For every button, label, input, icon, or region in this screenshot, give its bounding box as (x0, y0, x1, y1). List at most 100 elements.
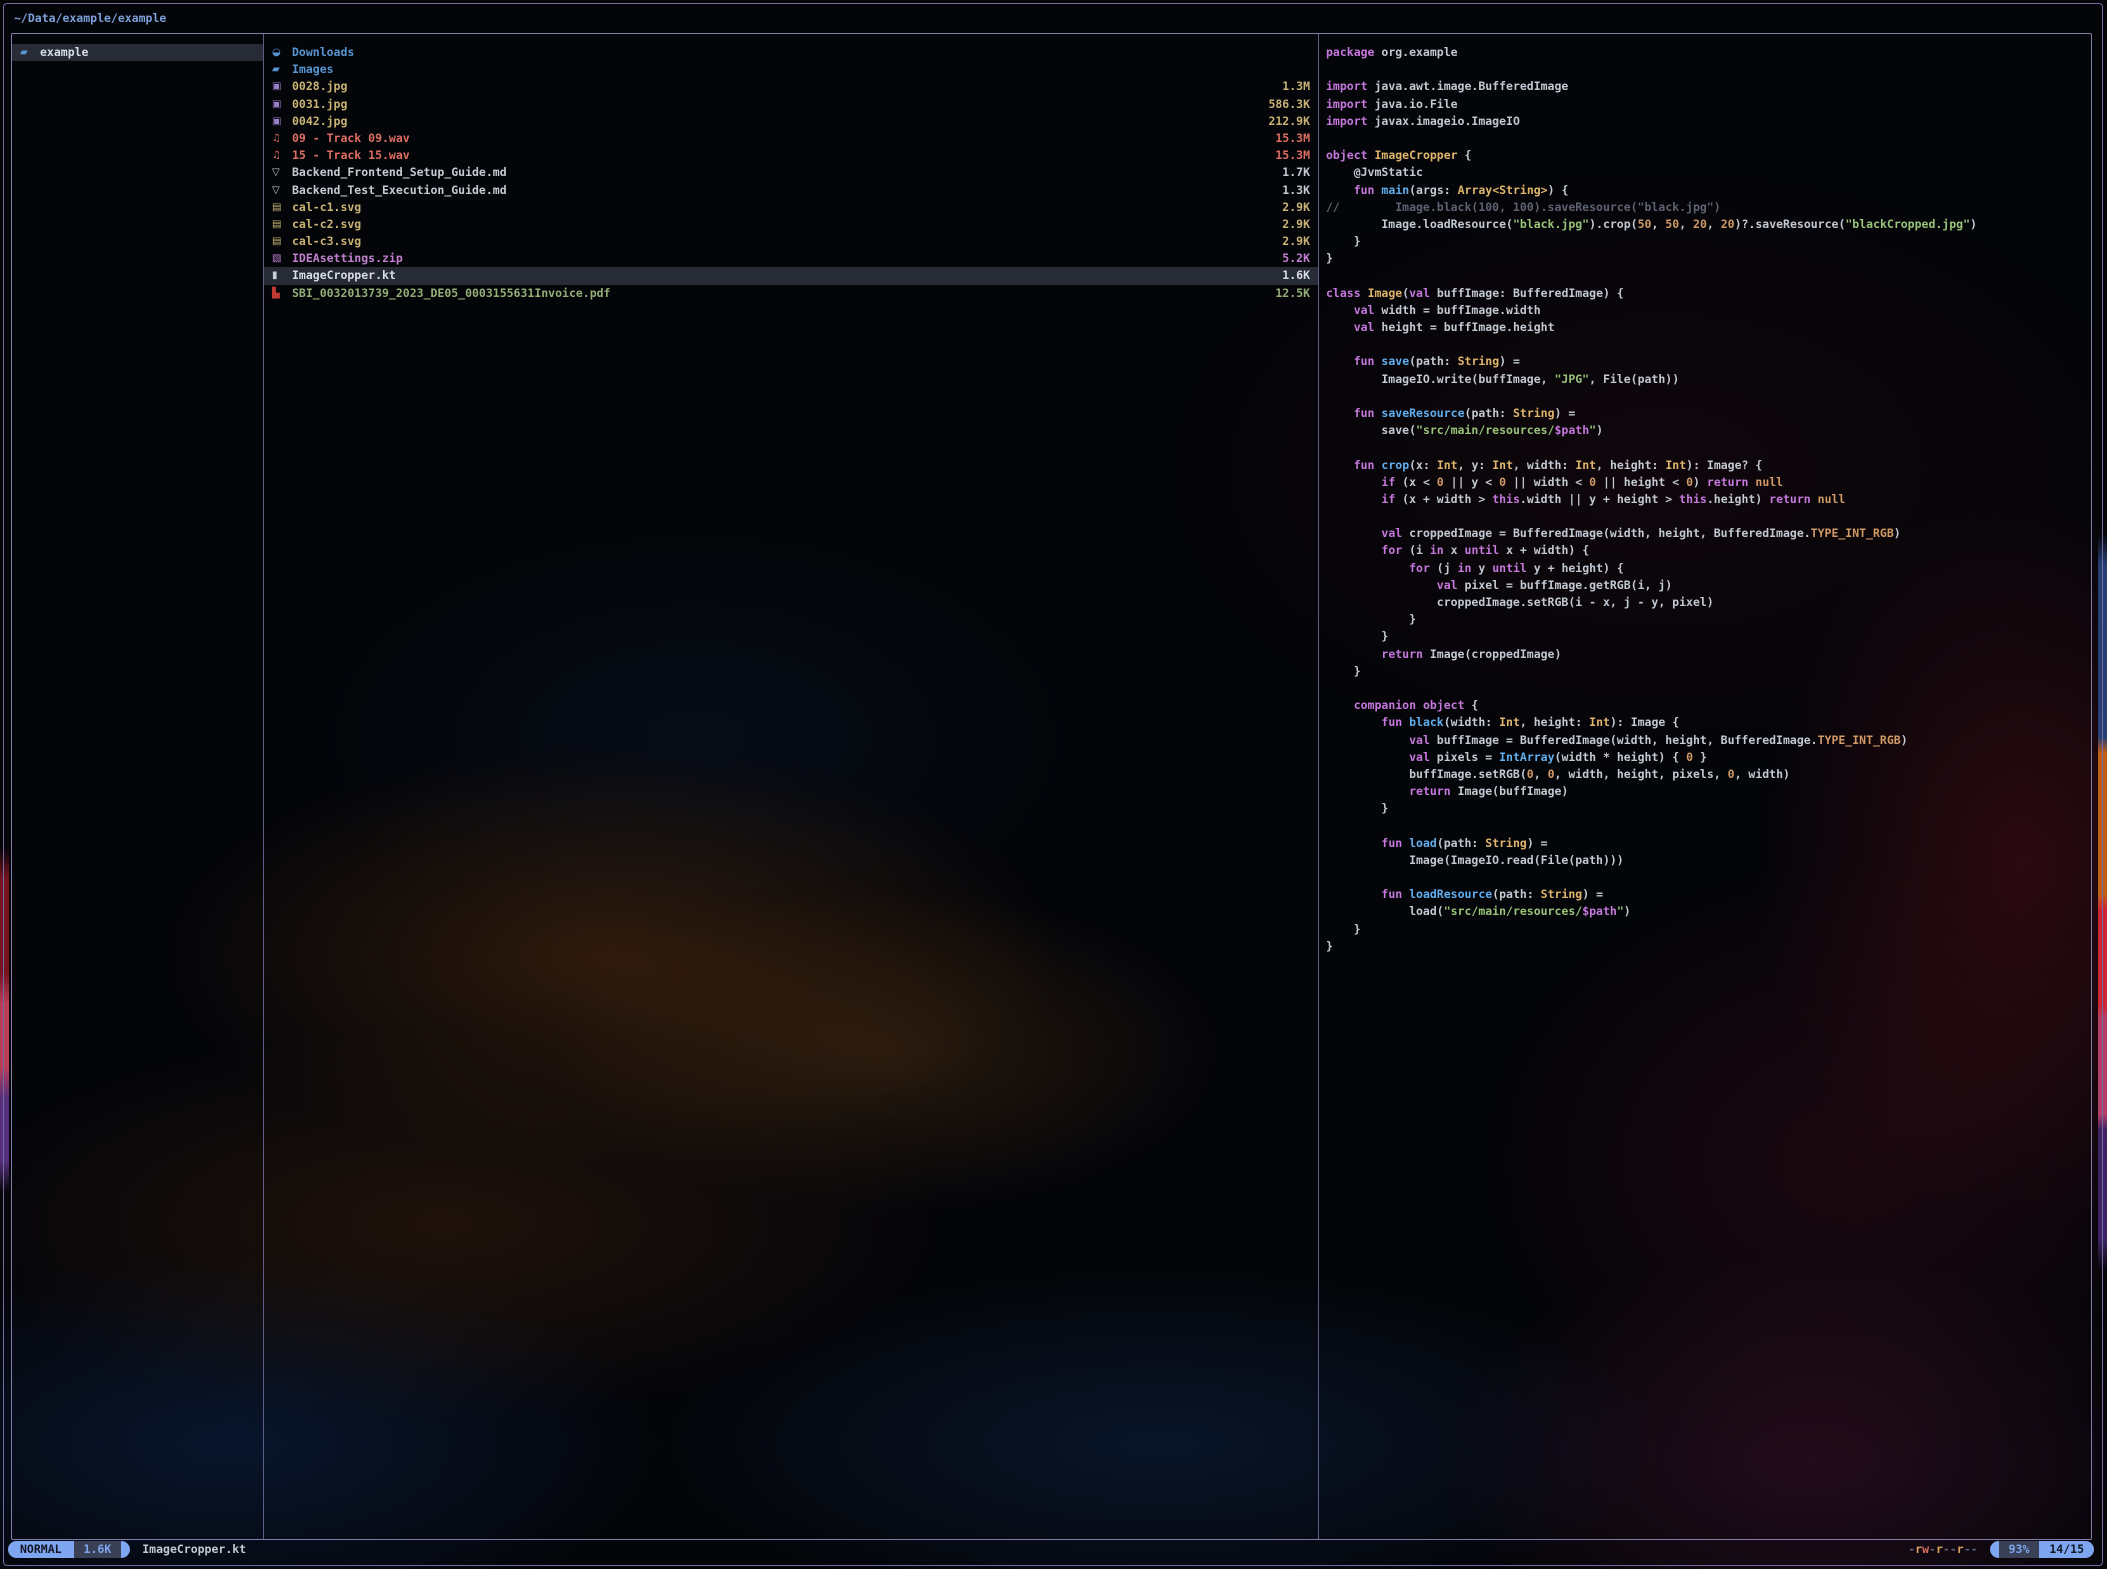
code-line: load("src/main/resources/$path") (1326, 903, 2091, 920)
current-directory-pane: ◒Downloads▰Images▣0028.jpg1.3M▣0031.jpg5… (264, 34, 1319, 1539)
kotlin-icon: ▮ (272, 267, 288, 284)
file-row-Backend_Test_Execution_Guide.md[interactable]: ▽Backend_Test_Execution_Guide.md 1.3K (264, 182, 1318, 199)
svg-icon: ▤ (272, 199, 288, 216)
file-row-cal-c2.svg[interactable]: ▤cal-c2.svg2.9K (264, 216, 1318, 233)
file-row-ImageCropper.kt[interactable]: ▮ImageCropper.kt 1.6K (264, 267, 1318, 284)
code-line: @JvmStatic (1326, 164, 2091, 181)
file-name: example (40, 44, 88, 61)
file-name: cal-c1.svg (292, 199, 361, 216)
file-size: 1.3M (1272, 78, 1310, 95)
file-name: 0028.jpg (292, 78, 347, 95)
code-line: croppedImage.setRGB(i - x, j - y, pixel) (1326, 594, 2091, 611)
file-name: IDEAsettings.zip (292, 250, 403, 267)
breadcrumb-path: ~/Data/example/example (14, 9, 166, 27)
code-line (1326, 680, 2091, 697)
file-size: 15.3M (1265, 147, 1310, 164)
code-line: fun black(width: Int, height: Int): Imag… (1326, 714, 2091, 731)
file-row-cal-c1.svg[interactable]: ▤cal-c1.svg 2.9K (264, 199, 1318, 216)
file-row-SBI_0032013739_2023_DE05_0003155631Invoice.pdf[interactable]: ▙SBI_0032013739_2023_DE05_0003155631Invo… (264, 285, 1318, 302)
file-row-0042.jpg[interactable]: ▣0042.jpg212.9K (264, 113, 1318, 130)
image-icon: ▣ (272, 96, 288, 113)
powerline-left-cap-icon (1990, 1541, 1999, 1558)
audio-icon: ♫ (272, 147, 288, 164)
code-line: return Image(buffImage) (1326, 783, 2091, 800)
code-line: return Image(croppedImage) (1326, 646, 2091, 663)
code-line: companion object { (1326, 697, 2091, 714)
markdown-icon: ▽ (272, 164, 288, 181)
file-size: 12.5K (1265, 285, 1310, 302)
list-position-badge: 14/15 (2039, 1541, 2094, 1558)
code-line (1326, 508, 2091, 525)
code-line: } (1326, 938, 2091, 955)
file-name: ImageCropper.kt (292, 267, 396, 284)
code-line: } (1326, 921, 2091, 938)
file-row-Images[interactable]: ▰Images (264, 61, 1318, 78)
file-name: Backend_Test_Execution_Guide.md (292, 182, 507, 199)
code-line: fun crop(x: Int, y: Int, width: Int, hei… (1326, 457, 2091, 474)
code-line (1326, 130, 2091, 147)
code-line: } (1326, 800, 2091, 817)
file-name: Images (292, 61, 334, 78)
code-line: save("src/main/resources/$path") (1326, 422, 2091, 439)
file-size: 1.3K (1272, 182, 1310, 199)
file-size: 2.9K (1272, 233, 1310, 250)
file-size: 1.7K (1272, 164, 1310, 181)
audio-icon: ♫ (272, 130, 288, 147)
code-line: val height = buffImage.height (1326, 319, 2091, 336)
file-row-example[interactable]: ▰example (12, 44, 263, 61)
file-name: cal-c2.svg (292, 216, 361, 233)
powerline-right-arrow-icon (121, 1541, 130, 1558)
file-permissions: -rw-r--r-- (1908, 1541, 1977, 1558)
status-left-group: NORMAL 1.6K ImageCropper.kt (8, 1541, 246, 1558)
markdown-icon: ▽ (272, 182, 288, 199)
code-line (1326, 388, 2091, 405)
code-line: package org.example (1326, 44, 2091, 61)
code-line: val croppedImage = BufferedImage(width, … (1326, 525, 2091, 542)
preview-pane: package org.exampleimport java.awt.image… (1319, 34, 2091, 1539)
file-name: cal-c3.svg (292, 233, 361, 250)
svg-icon: ▤ (272, 233, 288, 250)
file-row-0028.jpg[interactable]: ▣0028.jpg 1.3M (264, 78, 1318, 95)
file-row-15 - Track 15.wav[interactable]: ♫15 - Track 15.wav 15.3M (264, 147, 1318, 164)
code-line: // Image.black(100, 100).saveResource("b… (1326, 199, 2091, 216)
code-line: } (1326, 663, 2091, 680)
zip-icon: ▧ (272, 250, 288, 267)
image-icon: ▣ (272, 113, 288, 130)
code-line: fun loadResource(path: String) = (1326, 886, 2091, 903)
code-line (1326, 61, 2091, 78)
image-icon: ▣ (272, 78, 288, 95)
code-line: if (x < 0 || y < 0 || width < 0 || heigh… (1326, 474, 2091, 491)
code-line: if (x + width > this.width || y + height… (1326, 491, 2091, 508)
file-size: 15.3M (1265, 130, 1310, 147)
code-line: val buffImage = BufferedImage(width, hei… (1326, 732, 2091, 749)
code-line: fun main(args: Array<String>) { (1326, 182, 2091, 199)
file-name: Downloads (292, 44, 354, 61)
code-line: object ImageCropper { (1326, 147, 2091, 164)
status-bar: NORMAL 1.6K ImageCropper.kt -rw-r--r-- 9… (8, 1541, 2094, 1558)
code-line: Image(ImageIO.read(File(path))) (1326, 852, 2091, 869)
code-line (1326, 439, 2091, 456)
file-size: 2.9K (1272, 199, 1310, 216)
file-row-0031.jpg[interactable]: ▣0031.jpg586.3K (264, 96, 1318, 113)
file-size: 586.3K (1258, 96, 1310, 113)
file-name: 09 - Track 09.wav (292, 130, 410, 147)
file-name: Backend_Frontend_Setup_Guide.md (292, 164, 507, 181)
code-line: import javax.imageio.ImageIO (1326, 113, 2091, 130)
status-file-name: ImageCropper.kt (142, 1541, 246, 1558)
scroll-percent-badge: 93% (1999, 1541, 2040, 1558)
file-row-cal-c3.svg[interactable]: ▤cal-c3.svg 2.9K (264, 233, 1318, 250)
file-size: 1.6K (1272, 267, 1310, 284)
parent-pane: ▰example (12, 34, 264, 1539)
file-row-Backend_Frontend_Setup_Guide.md[interactable]: ▽Backend_Frontend_Setup_Guide.md 1.7K (264, 164, 1318, 181)
file-row-IDEAsettings.zip[interactable]: ▧IDEAsettings.zip5.2K (264, 250, 1318, 267)
file-row-Downloads[interactable]: ◒Downloads (264, 44, 1318, 61)
code-line: } (1326, 233, 2091, 250)
file-size: 2.9K (1272, 216, 1310, 233)
file-name: 15 - Track 15.wav (292, 147, 410, 164)
file-row-09 - Track 09.wav[interactable]: ♫09 - Track 09.wav 15.3M (264, 130, 1318, 147)
pdf-icon: ▙ (272, 285, 288, 302)
code-line (1326, 267, 2091, 284)
selected-file-size-badge: 1.6K (74, 1541, 122, 1558)
code-line (1326, 869, 2091, 886)
code-line: val pixel = buffImage.getRGB(i, j) (1326, 577, 2091, 594)
